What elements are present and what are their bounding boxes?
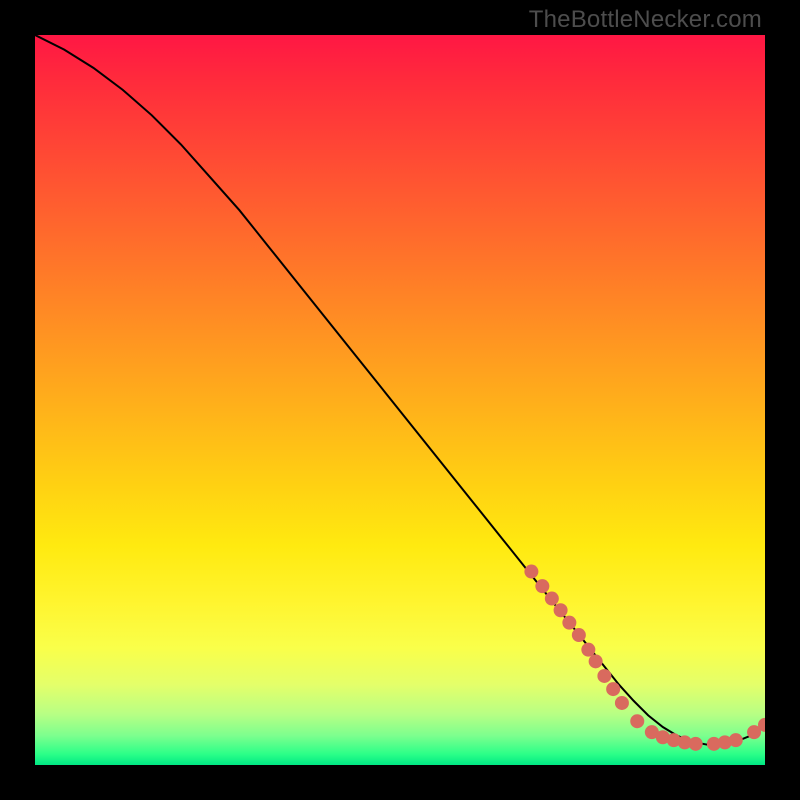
marker-series bbox=[524, 565, 765, 751]
curve-path bbox=[35, 35, 765, 745]
chart-frame: TheBottleNecker.com bbox=[0, 0, 800, 800]
data-point-marker bbox=[689, 737, 703, 751]
data-point-marker bbox=[597, 669, 611, 683]
data-point-marker bbox=[535, 579, 549, 593]
chart-svg bbox=[35, 35, 765, 765]
data-point-marker bbox=[545, 592, 559, 606]
data-point-marker bbox=[589, 654, 603, 668]
data-point-marker bbox=[554, 603, 568, 617]
plot-area bbox=[35, 35, 765, 765]
line-series bbox=[35, 35, 765, 745]
data-point-marker bbox=[581, 643, 595, 657]
data-point-marker bbox=[630, 714, 644, 728]
watermark-text: TheBottleNecker.com bbox=[529, 6, 762, 34]
data-point-marker bbox=[562, 616, 576, 630]
data-point-marker bbox=[615, 696, 629, 710]
data-point-marker bbox=[729, 733, 743, 747]
data-point-marker bbox=[606, 682, 620, 696]
data-point-marker bbox=[524, 565, 538, 579]
data-point-marker bbox=[572, 628, 586, 642]
